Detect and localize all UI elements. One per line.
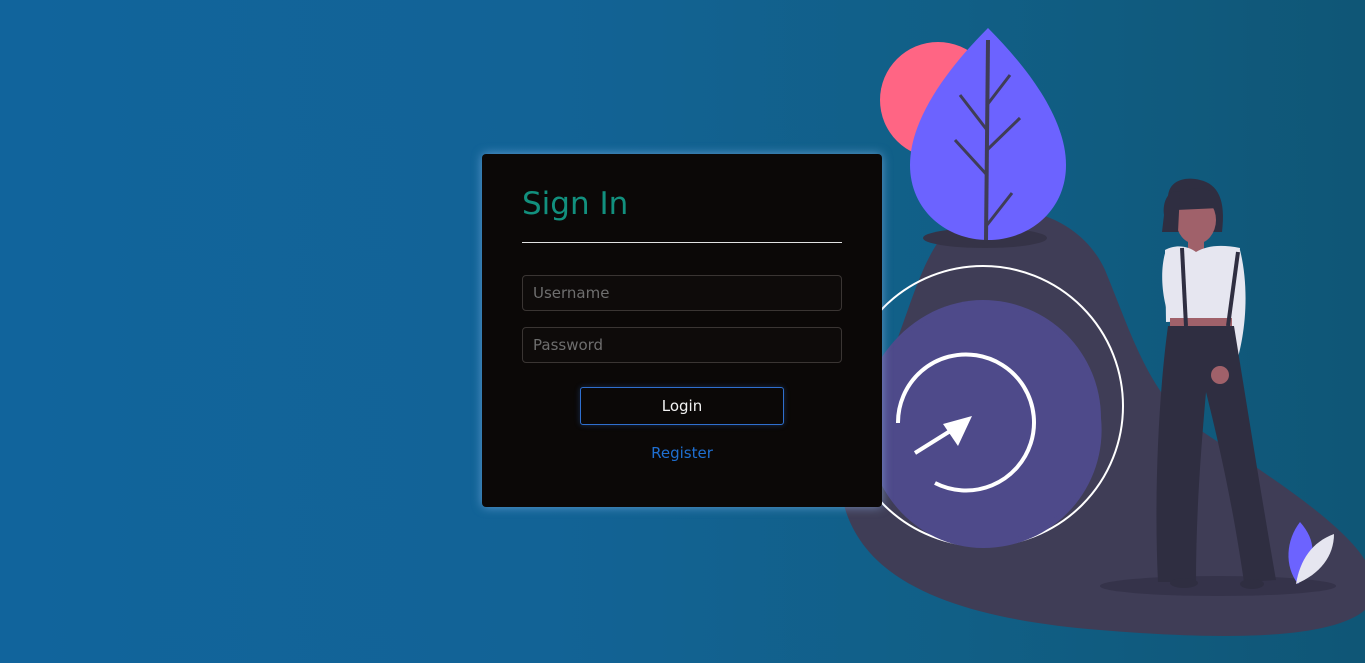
login-button[interactable]: Login [580, 387, 784, 425]
signin-card: Sign In Login Register [482, 154, 882, 507]
title-divider [522, 242, 842, 243]
password-input[interactable] [522, 327, 842, 363]
register-link[interactable]: Register [482, 444, 882, 462]
signin-title: Sign In [522, 186, 629, 222]
username-input[interactable] [522, 275, 842, 311]
